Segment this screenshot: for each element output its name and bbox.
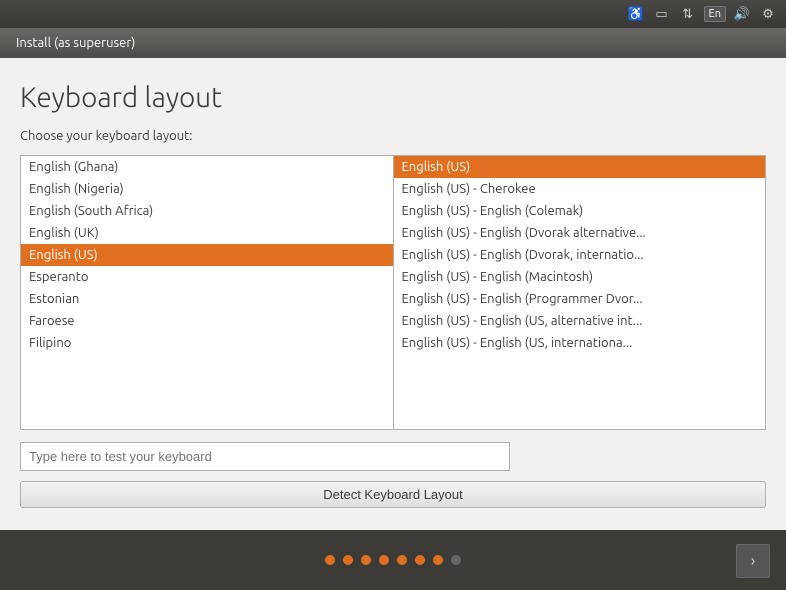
content-area: Keyboard layout Choose your keyboard lay… [0,58,786,530]
left-list-item[interactable]: English (Nigeria) [21,178,393,200]
top-bar: ♿ ▭ ⇅ En 🔊 ⚙ [0,0,786,28]
left-list-item[interactable]: Estonian [21,288,393,310]
left-list-item[interactable]: English (US) [21,244,393,266]
lists-container: English (Ghana)English (Nigeria)English … [20,155,766,430]
right-list-item[interactable]: English (US) - English (US, alternative … [394,310,766,332]
progress-dot-6 [433,555,443,565]
left-list-item[interactable]: Esperanto [21,266,393,288]
left-list-item[interactable]: English (UK) [21,222,393,244]
right-variant-list[interactable]: English (US)English (US) - CherokeeEngli… [393,155,767,430]
battery-icon[interactable]: ▭ [652,4,672,24]
progress-dots [325,555,461,565]
window-title: Install (as superuser) [16,36,135,50]
right-list-item[interactable]: English (US) - English (Programmer Dvor.… [394,288,766,310]
page-title: Keyboard layout [20,82,766,113]
right-list-item[interactable]: English (US) - English (US, internationa… [394,332,766,354]
left-list-item[interactable]: Filipino [21,332,393,354]
right-list-item[interactable]: English (US) [394,156,766,178]
progress-dot-4 [397,555,407,565]
right-list-item[interactable]: English (US) - English (Dvorak, internat… [394,244,766,266]
volume-icon[interactable]: 🔊 [732,4,752,24]
progress-dot-0 [325,555,335,565]
settings-icon[interactable]: ⚙ [758,4,778,24]
left-list-item[interactable]: English (Ghana) [21,156,393,178]
subtitle: Choose your keyboard layout: [20,129,766,143]
right-list: English (US)English (US) - CherokeeEngli… [394,156,766,429]
next-button[interactable]: › [736,544,770,578]
progress-dot-1 [343,555,353,565]
right-list-item[interactable]: English (US) - Cherokee [394,178,766,200]
title-bar: Install (as superuser) [0,28,786,58]
language-indicator[interactable]: En [704,6,726,22]
accessibility-icon[interactable]: ♿ [626,4,646,24]
network-icon[interactable]: ⇅ [678,4,698,24]
progress-dot-3 [379,555,389,565]
right-list-item[interactable]: English (US) - English (Colemak) [394,200,766,222]
detect-keyboard-layout-button[interactable]: Detect Keyboard Layout [20,481,766,508]
keyboard-test-input[interactable] [20,442,510,471]
progress-dot-7 [451,555,461,565]
left-list-item[interactable]: Faroese [21,310,393,332]
bottom-bar: › [0,530,786,590]
right-list-item[interactable]: English (US) - English (Dvorak alternati… [394,222,766,244]
progress-dot-2 [361,555,371,565]
left-language-list[interactable]: English (Ghana)English (Nigeria)English … [20,155,393,430]
left-list-item[interactable]: English (South Africa) [21,200,393,222]
right-list-item[interactable]: English (US) - English (Macintosh) [394,266,766,288]
main-window: Install (as superuser) Keyboard layout C… [0,28,786,590]
progress-dot-5 [415,555,425,565]
